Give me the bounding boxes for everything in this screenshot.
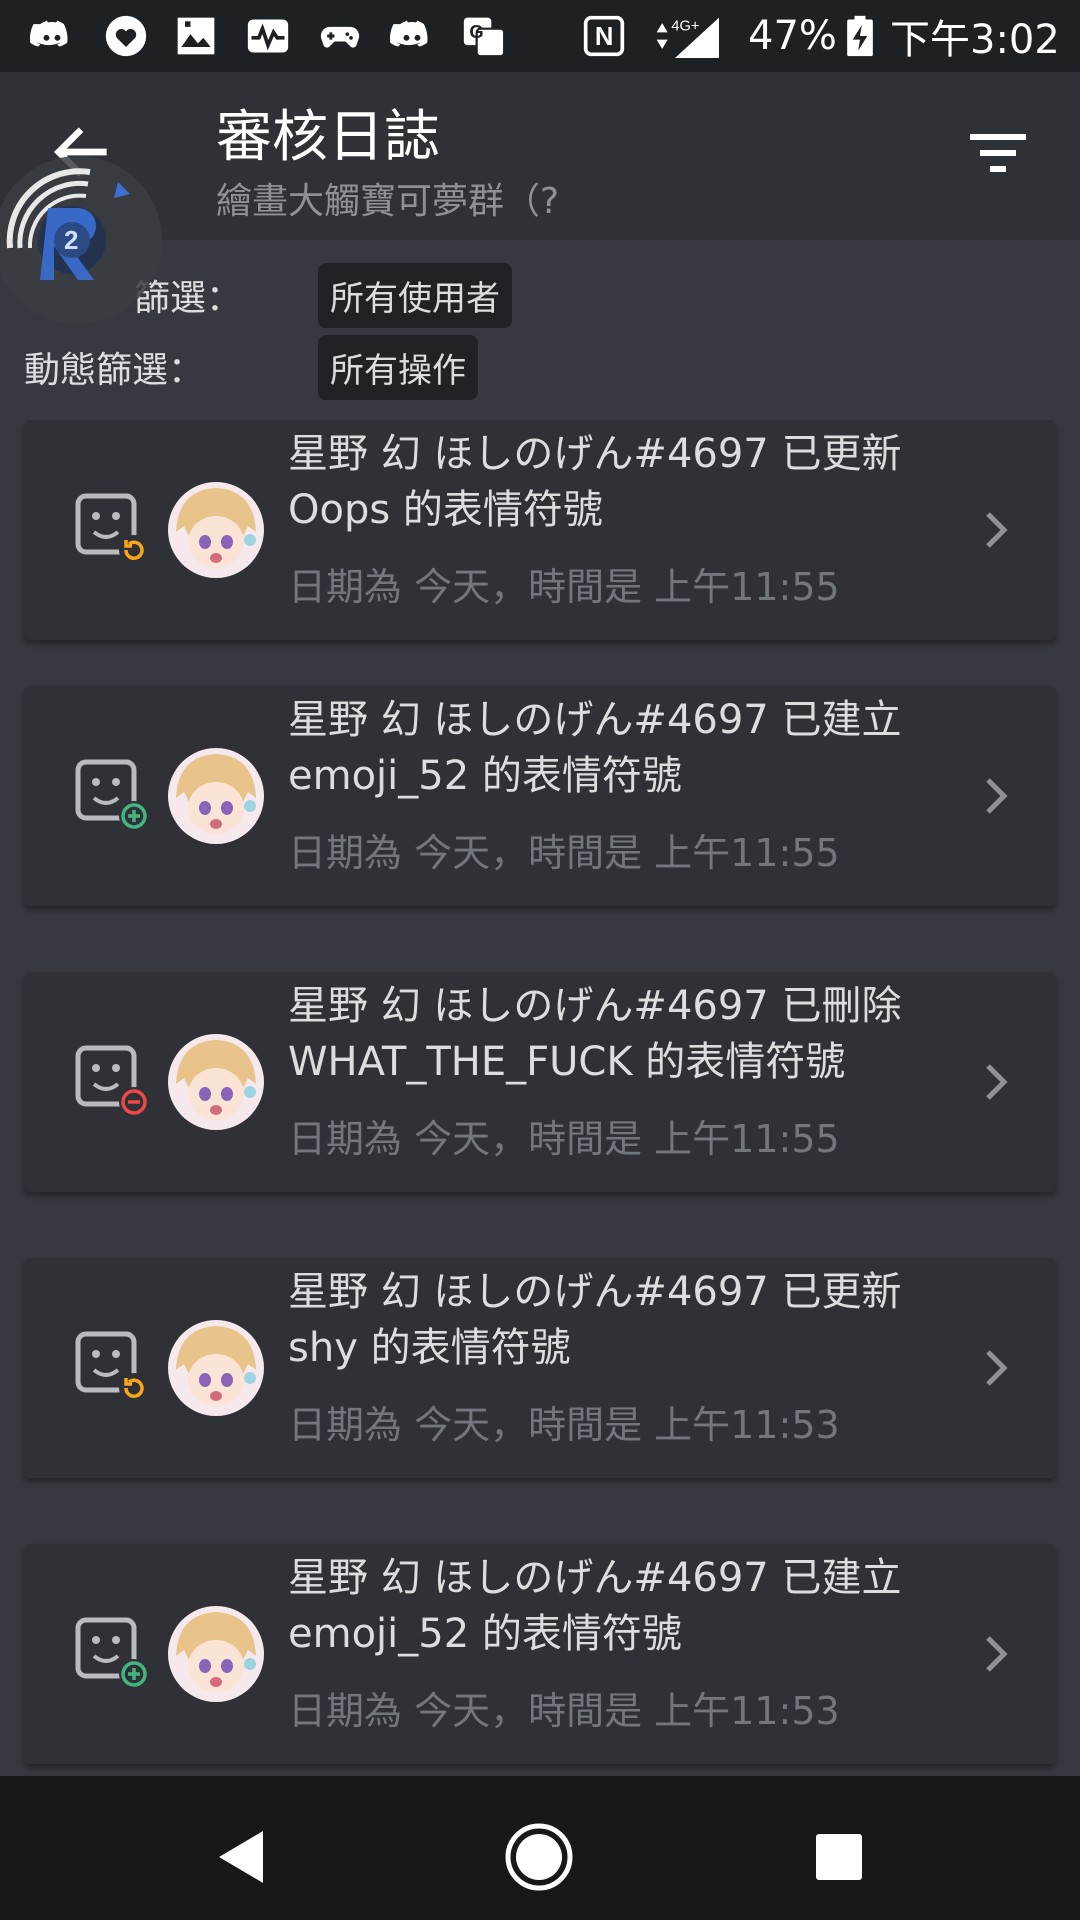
user-avatar xyxy=(168,1606,264,1702)
svg-text:2: 2 xyxy=(64,225,78,255)
user-filter-select[interactable]: 所有使用者 xyxy=(318,262,512,328)
screen: G N 4G+ 47% 下午3:02 審核日誌 繪畫大觸寶可夢群（? 篩選： 所… xyxy=(0,0,1080,1920)
audit-log-list[interactable]: 星野 幻 ほしのげん#4697 已更新 Oops 的表情符號 日期為 今天，時間… xyxy=(0,420,1080,1776)
action-filter-row: 動態篩選： 所有操作 xyxy=(24,334,478,400)
chevron-right-icon xyxy=(976,1632,1016,1676)
gamepad-icon xyxy=(318,14,362,58)
battery-charging-icon xyxy=(838,14,882,58)
user-avatar xyxy=(168,748,264,844)
chevron-right-icon xyxy=(976,1060,1016,1104)
entry-description: 星野 幻 ほしのげん#4697 已建立 emoji_52 的表情符號 xyxy=(288,697,902,799)
filter-icon xyxy=(970,134,1026,172)
emoji-delete-icon xyxy=(74,1042,154,1122)
back-triangle-icon xyxy=(219,1831,263,1883)
chevron-right-icon xyxy=(976,508,1016,552)
system-nav-bar xyxy=(0,1776,1080,1920)
translate-icon: G xyxy=(462,14,506,58)
entry-description: 星野 幻 ほしのげん#4697 已建立 emoji_52 的表情符號 xyxy=(288,1555,902,1657)
audit-log-entry[interactable]: 星野 幻 ほしのげん#4697 已更新 Oops 的表情符號 日期為 今天，時間… xyxy=(24,420,1056,640)
entry-timestamp: 日期為 今天，時間是 上午11:55 xyxy=(288,565,840,609)
page-title: 審核日誌 xyxy=(216,105,440,170)
server-name: 繪畫大觸寶可夢群（? xyxy=(216,181,560,222)
nav-recents-button[interactable] xyxy=(794,1812,884,1902)
svg-text:4G+: 4G+ xyxy=(671,19,699,35)
home-circle-icon xyxy=(505,1823,573,1891)
emoji-create-icon xyxy=(74,756,154,836)
entry-timestamp: 日期為 今天，時間是 上午11:53 xyxy=(288,1403,840,1447)
user-avatar xyxy=(168,482,264,578)
clock: 下午3:02 xyxy=(890,17,1060,63)
entry-description: 星野 幻 ほしのげん#4697 已刪除 WHAT_THE_FUCK 的表情符號 xyxy=(288,983,902,1085)
battery-percent: 47% xyxy=(748,13,837,59)
entry-description: 星野 幻 ほしのげん#4697 已更新 Oops 的表情符號 xyxy=(288,431,902,533)
user-avatar xyxy=(168,1320,264,1416)
nav-home-button[interactable] xyxy=(494,1812,584,1902)
chevron-right-icon xyxy=(976,1346,1016,1390)
action-filter-label: 動態篩選： xyxy=(24,350,205,391)
nav-back-button[interactable] xyxy=(196,1812,286,1902)
audit-log-entry[interactable]: 星野 幻 ほしのげん#4697 已刪除 WHAT_THE_FUCK 的表情符號 … xyxy=(24,972,1056,1192)
emoji-update-icon xyxy=(74,1328,154,1408)
entry-timestamp: 日期為 今天，時間是 上午11:53 xyxy=(288,1689,840,1733)
svg-text:G: G xyxy=(469,21,483,42)
entry-timestamp: 日期為 今天，時間是 上午11:55 xyxy=(288,1117,840,1161)
recents-square-icon xyxy=(816,1834,862,1880)
heart-app-icon xyxy=(104,14,148,58)
gallery-icon xyxy=(174,14,218,58)
audit-log-entry[interactable]: 星野 幻 ほしのげん#4697 已建立 emoji_52 的表情符號 日期為 今… xyxy=(24,1544,1056,1764)
svg-text:N: N xyxy=(595,23,614,51)
nfc-icon: N xyxy=(582,14,626,58)
emoji-update-icon xyxy=(74,490,154,570)
filter-button[interactable] xyxy=(970,124,1040,184)
status-bar: G N 4G+ 47% 下午3:02 xyxy=(0,0,1080,72)
discord-icon xyxy=(390,14,434,58)
audit-log-entry[interactable]: 星野 幻 ほしのげん#4697 已更新 shy 的表情符號 日期為 今天，時間是… xyxy=(24,1258,1056,1478)
entry-timestamp: 日期為 今天，時間是 上午11:55 xyxy=(288,831,840,875)
activity-icon xyxy=(246,14,290,58)
floating-app-bubble[interactable]: 2 xyxy=(0,148,170,328)
audit-log-entry[interactable]: 星野 幻 ほしのげん#4697 已建立 emoji_52 的表情符號 日期為 今… xyxy=(24,686,1056,906)
chevron-right-icon xyxy=(976,774,1016,818)
entry-description: 星野 幻 ほしのげん#4697 已更新 shy 的表情符號 xyxy=(288,1269,902,1371)
action-filter-select[interactable]: 所有操作 xyxy=(318,334,478,400)
discord-icon xyxy=(30,14,74,58)
emoji-create-icon xyxy=(74,1614,154,1694)
signal-icon: 4G+ xyxy=(646,14,726,58)
user-avatar xyxy=(168,1034,264,1130)
